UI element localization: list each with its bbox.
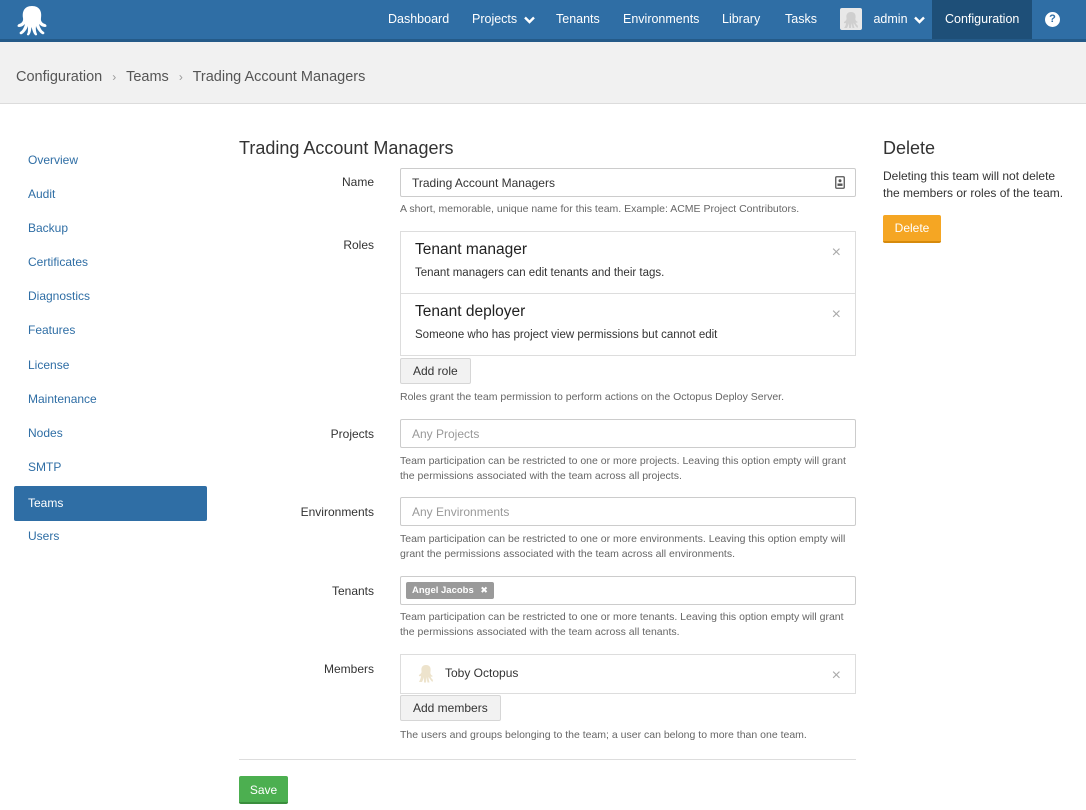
delete-section-title: Delete [883, 138, 936, 158]
environments-label: Environments [300, 505, 374, 519]
projects-input[interactable]: Any Projects [400, 419, 856, 448]
contact-card-icon [835, 176, 845, 189]
octopus-logo-icon[interactable] [14, 4, 50, 36]
environments-placeholder: Any Environments [412, 505, 510, 519]
user-avatar [840, 7, 862, 30]
members-label: Members [323, 662, 374, 676]
breadcrumb-current: Trading Account Managers [192, 69, 366, 85]
sidebar-item-backup[interactable]: Backup [14, 213, 207, 247]
role-card: Tenant deployer Someone who has project … [400, 293, 856, 356]
sidebar-item-users[interactable]: Users [14, 521, 207, 555]
sidebar-item-diagnostics[interactable]: Diagnostics [14, 281, 207, 315]
sidebar-item-nodes[interactable]: Nodes [14, 418, 207, 452]
delete-button[interactable]: Delete [883, 215, 941, 243]
chevron-down-icon [523, 16, 535, 24]
octopus-avatar-icon [843, 11, 858, 28]
sidebar-item-license[interactable]: License [14, 350, 207, 384]
role-title: Tenant deployer [415, 303, 526, 320]
delete-section-text: Deleting this team will not delete the m… [883, 169, 1064, 200]
roles-help-text: Roles grant the team permission to perfo… [400, 391, 785, 403]
sidebar-item-features[interactable]: Features [14, 315, 207, 349]
nav-library[interactable]: Library [722, 0, 760, 39]
breadcrumb-configuration[interactable]: Configuration [16, 69, 102, 85]
name-field[interactable]: Trading Account Managers [400, 168, 856, 197]
nav-projects[interactable]: Projects [472, 0, 535, 39]
breadcrumb: Configuration › Teams › Trading Account … [16, 69, 365, 85]
environments-input[interactable]: Any Environments [400, 497, 856, 526]
breadcrumb-separator: › [178, 70, 183, 84]
nav-dashboard[interactable]: Dashboard [388, 0, 449, 39]
name-help-text: A short, memorable, unique name for this… [400, 203, 800, 215]
sidebar-item-smtp[interactable]: SMTP [14, 452, 207, 486]
sidebar-item-maintenance[interactable]: Maintenance [14, 384, 207, 418]
tenants-label: Tenants [331, 584, 374, 598]
member-row: Toby Octopus × [400, 654, 856, 694]
tenants-help-text: Team participation can be restricted to … [400, 611, 844, 638]
form-divider [239, 759, 856, 760]
octopus-avatar-icon [418, 665, 433, 683]
page-title: Trading Account Managers [239, 138, 454, 158]
nav-user-label: admin [873, 12, 908, 26]
projects-label: Projects [330, 427, 374, 441]
nav-projects-label: Projects [472, 12, 518, 26]
name-field-value: Trading Account Managers [412, 176, 555, 190]
sidebar-item-certificates[interactable]: Certificates [14, 247, 207, 281]
role-title: Tenant manager [415, 241, 528, 258]
environments-help-text: Team participation can be restricted to … [400, 533, 846, 560]
help-icon: ? [1045, 12, 1060, 27]
sidebar-item-teams[interactable]: Teams [14, 485, 207, 521]
add-role-button[interactable]: Add role [400, 358, 471, 384]
nav-tenants[interactable]: Tenants [556, 0, 600, 39]
sidebar-item-overview[interactable]: Overview [14, 145, 207, 179]
breadcrumb-teams[interactable]: Teams [126, 69, 169, 85]
remove-role-button[interactable]: × [832, 307, 841, 323]
breadcrumb-separator: › [112, 70, 117, 84]
name-label: Name [341, 175, 374, 189]
members-help-text: The users and groups belonging to the te… [400, 729, 807, 741]
remove-tag-icon[interactable]: ✖ [480, 585, 488, 595]
roles-label: Roles [343, 238, 374, 252]
nav-tasks[interactable]: Tasks [785, 0, 817, 39]
sidebar-item-audit[interactable]: Audit [14, 179, 207, 213]
member-name: Toby Octopus [445, 666, 519, 680]
add-members-button[interactable]: Add members [400, 695, 501, 721]
role-card: Tenant manager Tenant managers can edit … [400, 231, 856, 294]
remove-member-button[interactable]: × [832, 668, 841, 684]
nav-user-menu[interactable]: admin [840, 0, 925, 39]
tenant-tag: Angel Jacobs ✖ [406, 582, 494, 599]
help-button[interactable]: ? [1032, 0, 1072, 39]
role-description: Someone who has project view permissions… [415, 329, 718, 341]
save-button[interactable]: Save [239, 776, 288, 804]
projects-placeholder: Any Projects [412, 427, 480, 441]
tenant-tag-label: Angel Jacobs [412, 585, 474, 596]
role-description: Tenant managers can edit tenants and the… [415, 267, 665, 279]
remove-role-button[interactable]: × [832, 245, 841, 261]
projects-help-text: Team participation can be restricted to … [400, 455, 846, 482]
nav-environments[interactable]: Environments [623, 0, 699, 39]
nav-configuration[interactable]: Configuration [932, 0, 1033, 39]
sidebar-nav: Overview Audit Backup Certificates Diagn… [14, 145, 207, 555]
top-navigation-bar: Dashboard Projects Tenants Environments … [0, 0, 1086, 42]
chevron-down-icon [914, 16, 925, 24]
breadcrumb-band: Configuration › Teams › Trading Account … [0, 42, 1086, 104]
